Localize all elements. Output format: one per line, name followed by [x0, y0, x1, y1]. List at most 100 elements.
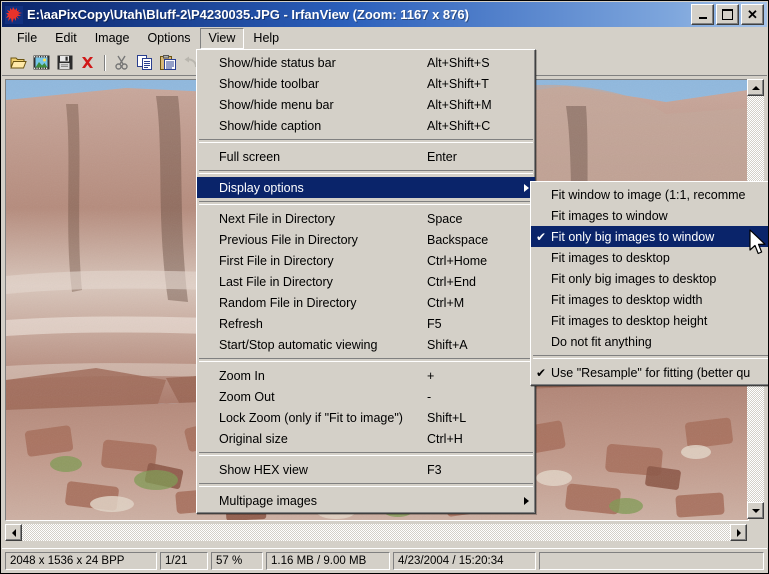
menu-item-label: Show HEX view [217, 463, 413, 477]
caret-up-icon [752, 86, 760, 90]
menu-item-shortcut: Shift+A [413, 338, 531, 352]
status-file-index: 1/21 [160, 552, 208, 570]
scroll-down-button[interactable] [747, 502, 764, 519]
menu-item-label: Refresh [217, 317, 413, 331]
menu-item-do-not-fit-anything[interactable]: Do not fit anything [531, 331, 769, 352]
status-zoom-percent: 57 % [211, 552, 263, 570]
copy-icon[interactable] [133, 52, 156, 74]
paste-icon[interactable] [156, 52, 179, 74]
menu-item-shortcut: Alt+Shift+S [413, 56, 531, 70]
menu-item-label: Fit window to image (1:1, recomme [551, 188, 769, 202]
menu-item-shortcut: Space [413, 212, 531, 226]
menu-item-show-hex-view[interactable]: Show HEX viewF3 [197, 459, 535, 480]
menu-item-shortcut: F5 [413, 317, 531, 331]
toolbar-separator [104, 55, 105, 71]
menu-view[interactable]: View [200, 28, 245, 49]
maximize-button[interactable] [716, 4, 739, 25]
window-title: E:\aaPixCopy\Utah\Bluff-2\P4230035.JPG -… [27, 7, 469, 22]
menu-item-fit-only-big-images-to-window[interactable]: ✔Fit only big images to window [531, 226, 769, 247]
menu-separator [199, 139, 533, 143]
menu-item-first-file-in-directory[interactable]: First File in DirectoryCtrl+Home [197, 250, 535, 271]
menu-item-lock-zoom-only-if-fit-to-image[interactable]: Lock Zoom (only if "Fit to image")Shift+… [197, 407, 535, 428]
scroll-up-button[interactable] [747, 79, 764, 96]
menu-item-multipage-images[interactable]: Multipage images [197, 490, 535, 511]
menu-separator [199, 452, 533, 456]
menu-file[interactable]: File [8, 28, 46, 49]
menu-edit[interactable]: Edit [46, 28, 86, 49]
menu-item-show-hide-toolbar[interactable]: Show/hide toolbarAlt+Shift+T [197, 73, 535, 94]
menu-item-shortcut: Alt+Shift+C [413, 119, 531, 133]
menu-item-full-screen[interactable]: Full screenEnter [197, 146, 535, 167]
scroll-right-button[interactable] [730, 524, 747, 541]
menu-item-zoom-out[interactable]: Zoom Out- [197, 386, 535, 407]
caret-down-icon [752, 509, 760, 513]
close-button[interactable]: ✕ [741, 4, 764, 25]
checkmark-icon: ✔ [531, 367, 551, 379]
menu-item-fit-images-to-desktop-width[interactable]: Fit images to desktop width [531, 289, 769, 310]
menu-image[interactable]: Image [86, 28, 139, 49]
menu-item-label: Last File in Directory [217, 275, 413, 289]
scroll-left-button[interactable] [5, 524, 22, 541]
menu-item-show-hide-caption[interactable]: Show/hide captionAlt+Shift+C [197, 115, 535, 136]
menu-item-random-file-in-directory[interactable]: Random File in DirectoryCtrl+M [197, 292, 535, 313]
menu-item-label: Show/hide caption [217, 119, 413, 133]
menu-item-display-options[interactable]: Display options [197, 177, 535, 198]
cut-icon[interactable] [110, 52, 133, 74]
menu-item-shortcut: Alt+Shift+M [413, 98, 531, 112]
status-extra [539, 552, 764, 570]
menu-item-label: First File in Directory [217, 254, 413, 268]
minimize-button[interactable] [691, 4, 714, 25]
menu-item-shortcut: + [413, 369, 531, 383]
view-dropdown-menu[interactable]: Show/hide status barAlt+Shift+SShow/hide… [196, 49, 536, 514]
menu-item-fit-only-big-images-to-desktop[interactable]: Fit only big images to desktop [531, 268, 769, 289]
menu-item-fit-window-to-image-1-1-recomme[interactable]: Fit window to image (1:1, recomme [531, 184, 769, 205]
menu-bar: File Edit Image Options View Help [2, 27, 767, 49]
menu-item-fit-images-to-window[interactable]: Fit images to window [531, 205, 769, 226]
menu-item-show-hide-menu-bar[interactable]: Show/hide menu barAlt+Shift+M [197, 94, 535, 115]
menu-item-original-size[interactable]: Original sizeCtrl+H [197, 428, 535, 449]
maximize-icon [717, 5, 738, 24]
menu-options[interactable]: Options [138, 28, 199, 49]
window-controls: ✕ [691, 4, 764, 25]
menu-item-show-hide-status-bar[interactable]: Show/hide status barAlt+Shift+S [197, 52, 535, 73]
splat-glyph [6, 7, 22, 23]
menu-item-last-file-in-directory[interactable]: Last File in DirectoryCtrl+End [197, 271, 535, 292]
checkmark-icon: ✔ [531, 231, 551, 243]
menu-item-fit-images-to-desktop[interactable]: Fit images to desktop [531, 247, 769, 268]
menu-item-previous-file-in-directory[interactable]: Previous File in DirectoryBackspace [197, 229, 535, 250]
menu-item-label: Display options [217, 181, 413, 195]
title-bar[interactable]: E:\aaPixCopy\Utah\Bluff-2\P4230035.JPG -… [2, 2, 767, 27]
menu-item-label: Fit only big images to desktop [551, 272, 769, 286]
menu-item-refresh[interactable]: RefreshF5 [197, 313, 535, 334]
menu-separator [199, 358, 533, 362]
menu-separator [199, 201, 533, 205]
horizontal-scrollbar[interactable] [5, 524, 747, 541]
menu-item-zoom-in[interactable]: Zoom In+ [197, 365, 535, 386]
irfanview-window: E:\aaPixCopy\Utah\Bluff-2\P4230035.JPG -… [0, 0, 769, 574]
status-bar: 2048 x 1536 x 24 BPP 1/21 57 % 1.16 MB /… [2, 548, 767, 572]
close-icon: ✕ [742, 5, 763, 24]
submenu-arrow-icon [524, 497, 529, 505]
menu-separator [199, 483, 533, 487]
thumbnails-icon[interactable] [30, 52, 53, 74]
menu-item-shortcut: Backspace [413, 233, 531, 247]
menu-item-label: Show/hide menu bar [217, 98, 413, 112]
save-icon[interactable] [53, 52, 76, 74]
menu-item-shortcut: Shift+L [413, 411, 531, 425]
menu-separator [533, 355, 769, 359]
horizontal-scroll-track[interactable] [22, 524, 730, 541]
open-folder-icon[interactable] [7, 52, 30, 74]
menu-item-use-resample-for-fitting-better-qu[interactable]: ✔Use "Resample" for fitting (better qu [531, 362, 769, 383]
delete-icon[interactable] [76, 52, 99, 74]
menu-item-fit-images-to-desktop-height[interactable]: Fit images to desktop height [531, 310, 769, 331]
menu-item-start-stop-automatic-viewing[interactable]: Start/Stop automatic viewingShift+A [197, 334, 535, 355]
menu-separator [199, 170, 533, 174]
menu-help[interactable]: Help [244, 28, 288, 49]
menu-item-label: Show/hide status bar [217, 56, 413, 70]
menu-item-label: Multipage images [217, 494, 413, 508]
display-options-submenu[interactable]: Fit window to image (1:1, recomme Fit ima… [530, 181, 769, 386]
status-dimensions: 2048 x 1536 x 24 BPP [5, 552, 157, 570]
minimize-icon [692, 5, 713, 24]
menu-item-next-file-in-directory[interactable]: Next File in DirectorySpace [197, 208, 535, 229]
menu-item-label: Random File in Directory [217, 296, 413, 310]
